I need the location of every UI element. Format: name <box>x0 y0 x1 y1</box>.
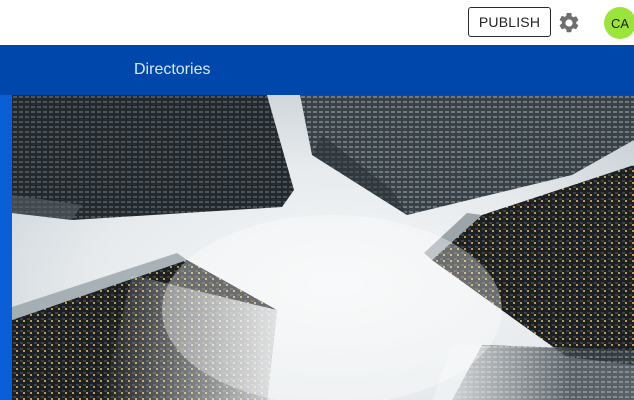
hero-image <box>12 95 634 400</box>
top-bar: PUBLISH CA <box>0 0 634 45</box>
nav-item-directories[interactable]: Directories <box>134 45 210 95</box>
gear-icon[interactable] <box>557 11 581 35</box>
avatar[interactable]: CA <box>604 7 634 39</box>
publish-button[interactable]: PUBLISH <box>468 7 551 37</box>
nav-bar: Directories <box>0 45 634 95</box>
sidebar-accent-strip <box>0 95 12 400</box>
